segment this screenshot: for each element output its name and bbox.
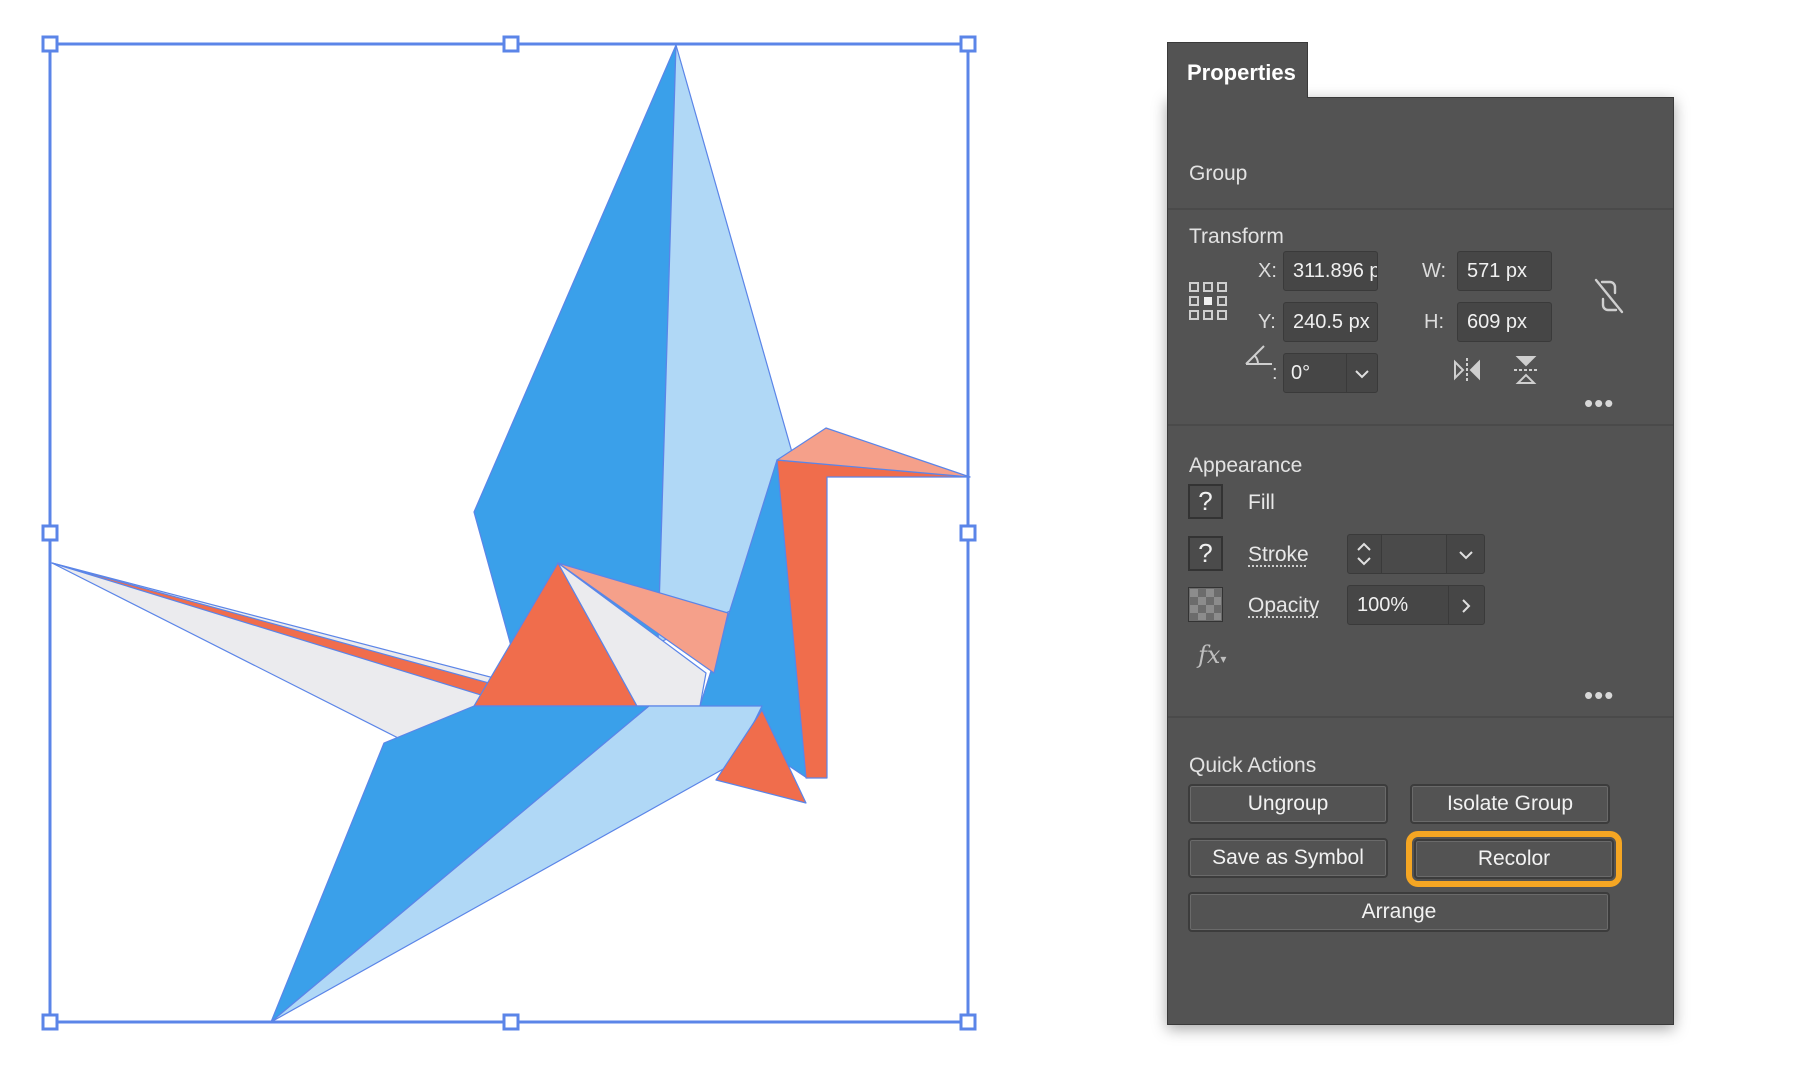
ungroup-button[interactable]: Ungroup xyxy=(1188,784,1388,824)
arrange-button[interactable]: Arrange xyxy=(1188,892,1610,932)
handle-bottom-left[interactable] xyxy=(41,1013,59,1031)
opacity-label[interactable]: Opacity xyxy=(1248,594,1319,618)
opacity-checkerboard-icon[interactable] xyxy=(1188,587,1223,622)
reference-point-icon[interactable] xyxy=(1188,281,1228,321)
handle-middle-left[interactable] xyxy=(41,524,59,542)
stepper-arrows-icon[interactable] xyxy=(1355,539,1373,569)
chevron-down-icon[interactable] xyxy=(1458,549,1474,561)
recolor-button[interactable]: Recolor xyxy=(1406,831,1622,887)
handle-middle-right[interactable] xyxy=(959,524,977,542)
handle-top-right[interactable] xyxy=(959,35,977,53)
x-label: X: xyxy=(1258,260,1277,282)
divider xyxy=(1168,424,1673,426)
appearance-more-options-icon[interactable]: ••• xyxy=(1584,682,1614,708)
dropdown-separator xyxy=(1448,586,1449,624)
flip-vertical-icon[interactable] xyxy=(1512,354,1540,386)
y-position-field[interactable]: 240.5 px xyxy=(1283,302,1378,342)
handle-bottom-right[interactable] xyxy=(959,1013,977,1031)
properties-panel: Properties Group Transform X: 311.896 p … xyxy=(1167,42,1674,1025)
y-label: Y: xyxy=(1258,311,1276,333)
properties-tab[interactable]: Properties xyxy=(1167,42,1308,98)
stroke-swatch[interactable]: ? xyxy=(1188,536,1223,571)
dropdown-separator xyxy=(1346,354,1347,392)
stroke-weight-field[interactable] xyxy=(1382,535,1446,573)
chevron-down-icon[interactable] xyxy=(1354,368,1370,380)
x-position-field[interactable]: 311.896 p xyxy=(1283,251,1378,291)
divider xyxy=(1168,208,1673,210)
handle-top-middle[interactable] xyxy=(502,35,520,53)
isolate-group-button[interactable]: Isolate Group xyxy=(1410,784,1610,824)
handle-top-left[interactable] xyxy=(41,35,59,53)
save-as-symbol-button[interactable]: Save as Symbol xyxy=(1188,838,1388,878)
fill-swatch[interactable]: ? xyxy=(1188,484,1223,519)
effects-fx-icon[interactable]: fx▾ xyxy=(1198,641,1226,669)
h-label: H: xyxy=(1424,311,1444,333)
dropdown-separator xyxy=(1446,535,1447,573)
stroke-label[interactable]: Stroke xyxy=(1248,543,1309,567)
quick-actions-section-title: Quick Actions xyxy=(1189,754,1317,777)
opacity-control[interactable]: 100% xyxy=(1347,585,1485,625)
transform-more-options-icon[interactable]: ••• xyxy=(1584,390,1614,416)
divider xyxy=(1168,716,1673,718)
opacity-value[interactable]: 100% xyxy=(1357,594,1408,617)
rotation-angle-dropdown[interactable]: 0° xyxy=(1283,353,1378,393)
crane-neck-orange[interactable] xyxy=(776,459,971,779)
crane-artwork[interactable] xyxy=(51,44,971,1023)
angle-icon xyxy=(1245,345,1272,365)
selection-type-label: Group xyxy=(1189,162,1248,185)
stroke-weight-control[interactable] xyxy=(1347,534,1485,574)
chevron-right-icon[interactable] xyxy=(1459,598,1473,614)
fill-label: Fill xyxy=(1248,491,1275,514)
w-label: W: xyxy=(1422,260,1447,282)
angle-label: : xyxy=(1272,362,1278,384)
transform-section-title: Transform xyxy=(1189,225,1284,248)
flip-horizontal-icon[interactable] xyxy=(1452,356,1482,384)
rotation-angle-value[interactable]: 0° xyxy=(1291,362,1310,385)
properties-panel-body: Group Transform X: 311.896 p W: 571 px Y… xyxy=(1167,97,1674,1025)
height-field[interactable]: 609 px xyxy=(1457,302,1552,342)
handle-bottom-middle[interactable] xyxy=(502,1013,520,1031)
constrain-proportions-icon[interactable] xyxy=(1592,276,1626,316)
width-field[interactable]: 571 px xyxy=(1457,251,1552,291)
artwork-canvas[interactable] xyxy=(0,0,1160,1067)
appearance-section-title: Appearance xyxy=(1189,454,1303,477)
